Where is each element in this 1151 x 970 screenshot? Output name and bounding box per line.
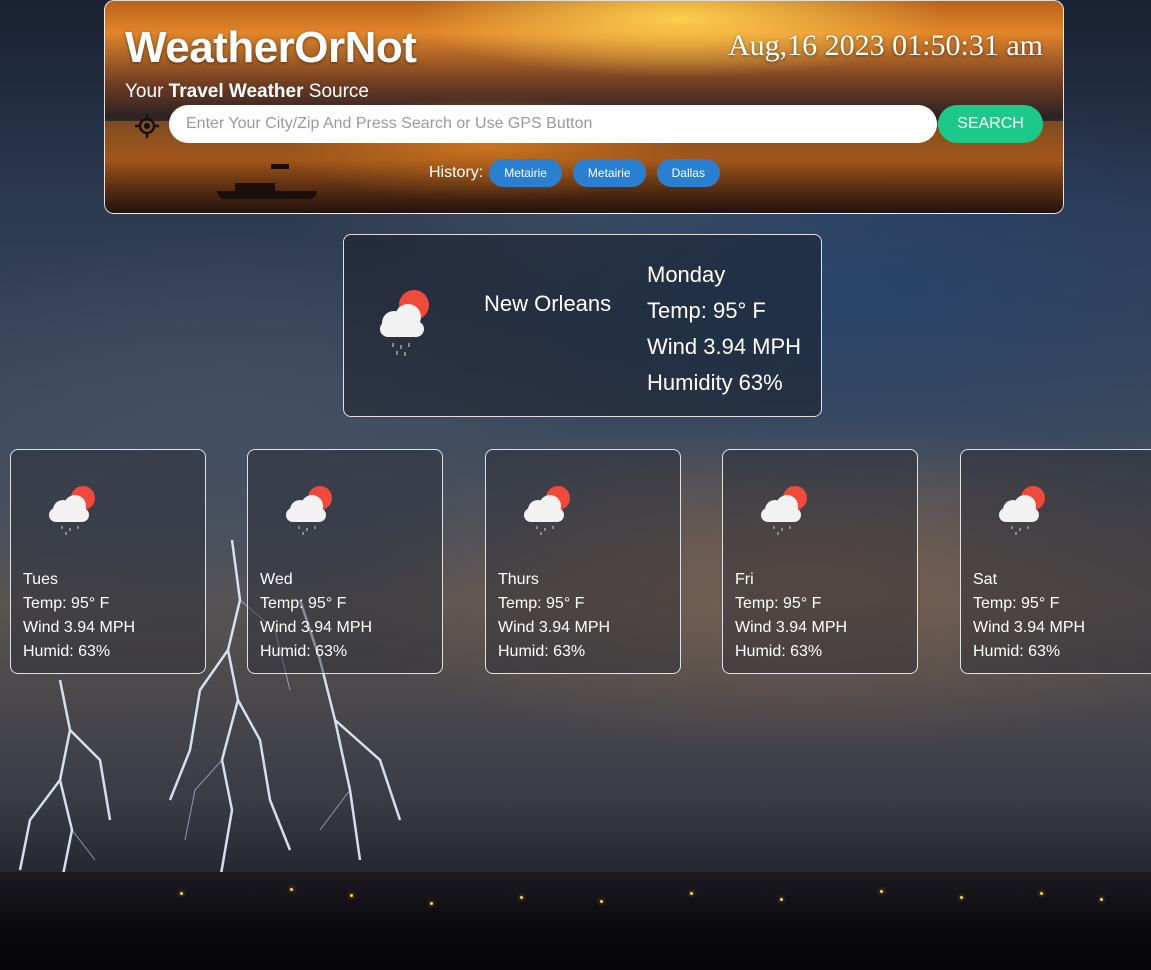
forecast-temp: Temp: 95° F: [498, 595, 585, 612]
forecast-humidity: Humid: 63%: [498, 643, 586, 660]
history-chip-metairie[interactable]: Metairie: [572, 159, 646, 187]
tagline: Your Travel Weather Source: [125, 81, 369, 102]
forecast-temp: Temp: 95° F: [973, 595, 1060, 612]
search-history: History: Metairie Metairie Dallas: [429, 159, 731, 187]
current-temp: Temp: 95° F: [647, 298, 766, 323]
forecast-wind: Wind 3.94 MPH: [735, 619, 848, 636]
history-chip-dallas[interactable]: Dallas: [656, 159, 720, 187]
forecast-day: Thurs: [498, 571, 539, 588]
forecast-temp: Temp: 95° F: [260, 595, 347, 612]
forecast-temp: Temp: 95° F: [735, 595, 822, 612]
date-time-clock: Aug,16 2023 01:50:31 am: [728, 29, 1043, 62]
cloud-sun-rain-icon: [999, 486, 1045, 535]
cloud-sun-rain-icon: [49, 486, 95, 535]
forecast-temp: Temp: 95° F: [23, 595, 110, 612]
forecast-card: Sat Temp: 95° F Wind 3.94 MPH Humid: 63%: [960, 449, 1151, 674]
forecast-card: Thurs Temp: 95° F Wind 3.94 MPH Humid: 6…: [485, 449, 681, 674]
forecast-day: Tues: [23, 571, 58, 588]
search-input[interactable]: [169, 105, 937, 143]
forecast-wind: Wind 3.94 MPH: [498, 619, 611, 636]
search-button[interactable]: SEARCH: [938, 105, 1043, 143]
history-label: History:: [429, 164, 484, 181]
forecast-day: Wed: [260, 571, 293, 588]
forecast-card: Wed Temp: 95° F Wind 3.94 MPH Humid: 63%: [247, 449, 443, 674]
cloud-sun-rain-icon: [380, 290, 429, 356]
forecast-humidity: Humid: 63%: [260, 643, 348, 660]
current-wind: Wind 3.94 MPH: [647, 334, 802, 359]
forecast-wind: Wind 3.94 MPH: [973, 619, 1086, 636]
current-day: Monday: [647, 262, 726, 287]
forecast-humidity: Humid: 63%: [973, 643, 1061, 660]
app-title: WeatherOrNot: [125, 23, 417, 72]
cloud-sun-rain-icon: [286, 486, 332, 535]
app-header: WeatherOrNot Your Travel Weather Source …: [104, 0, 1064, 214]
forecast-wind: Wind 3.94 MPH: [23, 619, 136, 636]
forecast-humidity: Humid: 63%: [23, 643, 111, 660]
current-humidity: Humidity 63%: [647, 370, 783, 395]
forecast-wind: Wind 3.94 MPH: [260, 619, 373, 636]
current-weather-card: New Orleans Monday Temp: 95° F Wind 3.94…: [343, 234, 822, 417]
forecast-card: Tues Temp: 95° F Wind 3.94 MPH Humid: 63…: [10, 449, 206, 674]
current-details: Monday Temp: 95° F Wind 3.94 MPH Humidit…: [647, 257, 801, 401]
cloud-sun-rain-icon: [761, 486, 807, 535]
gps-crosshair-icon[interactable]: [135, 114, 159, 138]
city-skyline: [0, 872, 1151, 970]
forecast-card: Fri Temp: 95° F Wind 3.94 MPH Humid: 63%: [722, 449, 918, 674]
forecast-humidity: Humid: 63%: [735, 643, 823, 660]
history-chip-metairie[interactable]: Metairie: [489, 159, 562, 187]
current-city: New Orleans: [484, 291, 612, 316]
cloud-sun-rain-icon: [524, 486, 570, 535]
boat-silhouette: [217, 191, 317, 199]
forecast-day: Sat: [973, 571, 998, 588]
forecast-day: Fri: [735, 571, 754, 588]
